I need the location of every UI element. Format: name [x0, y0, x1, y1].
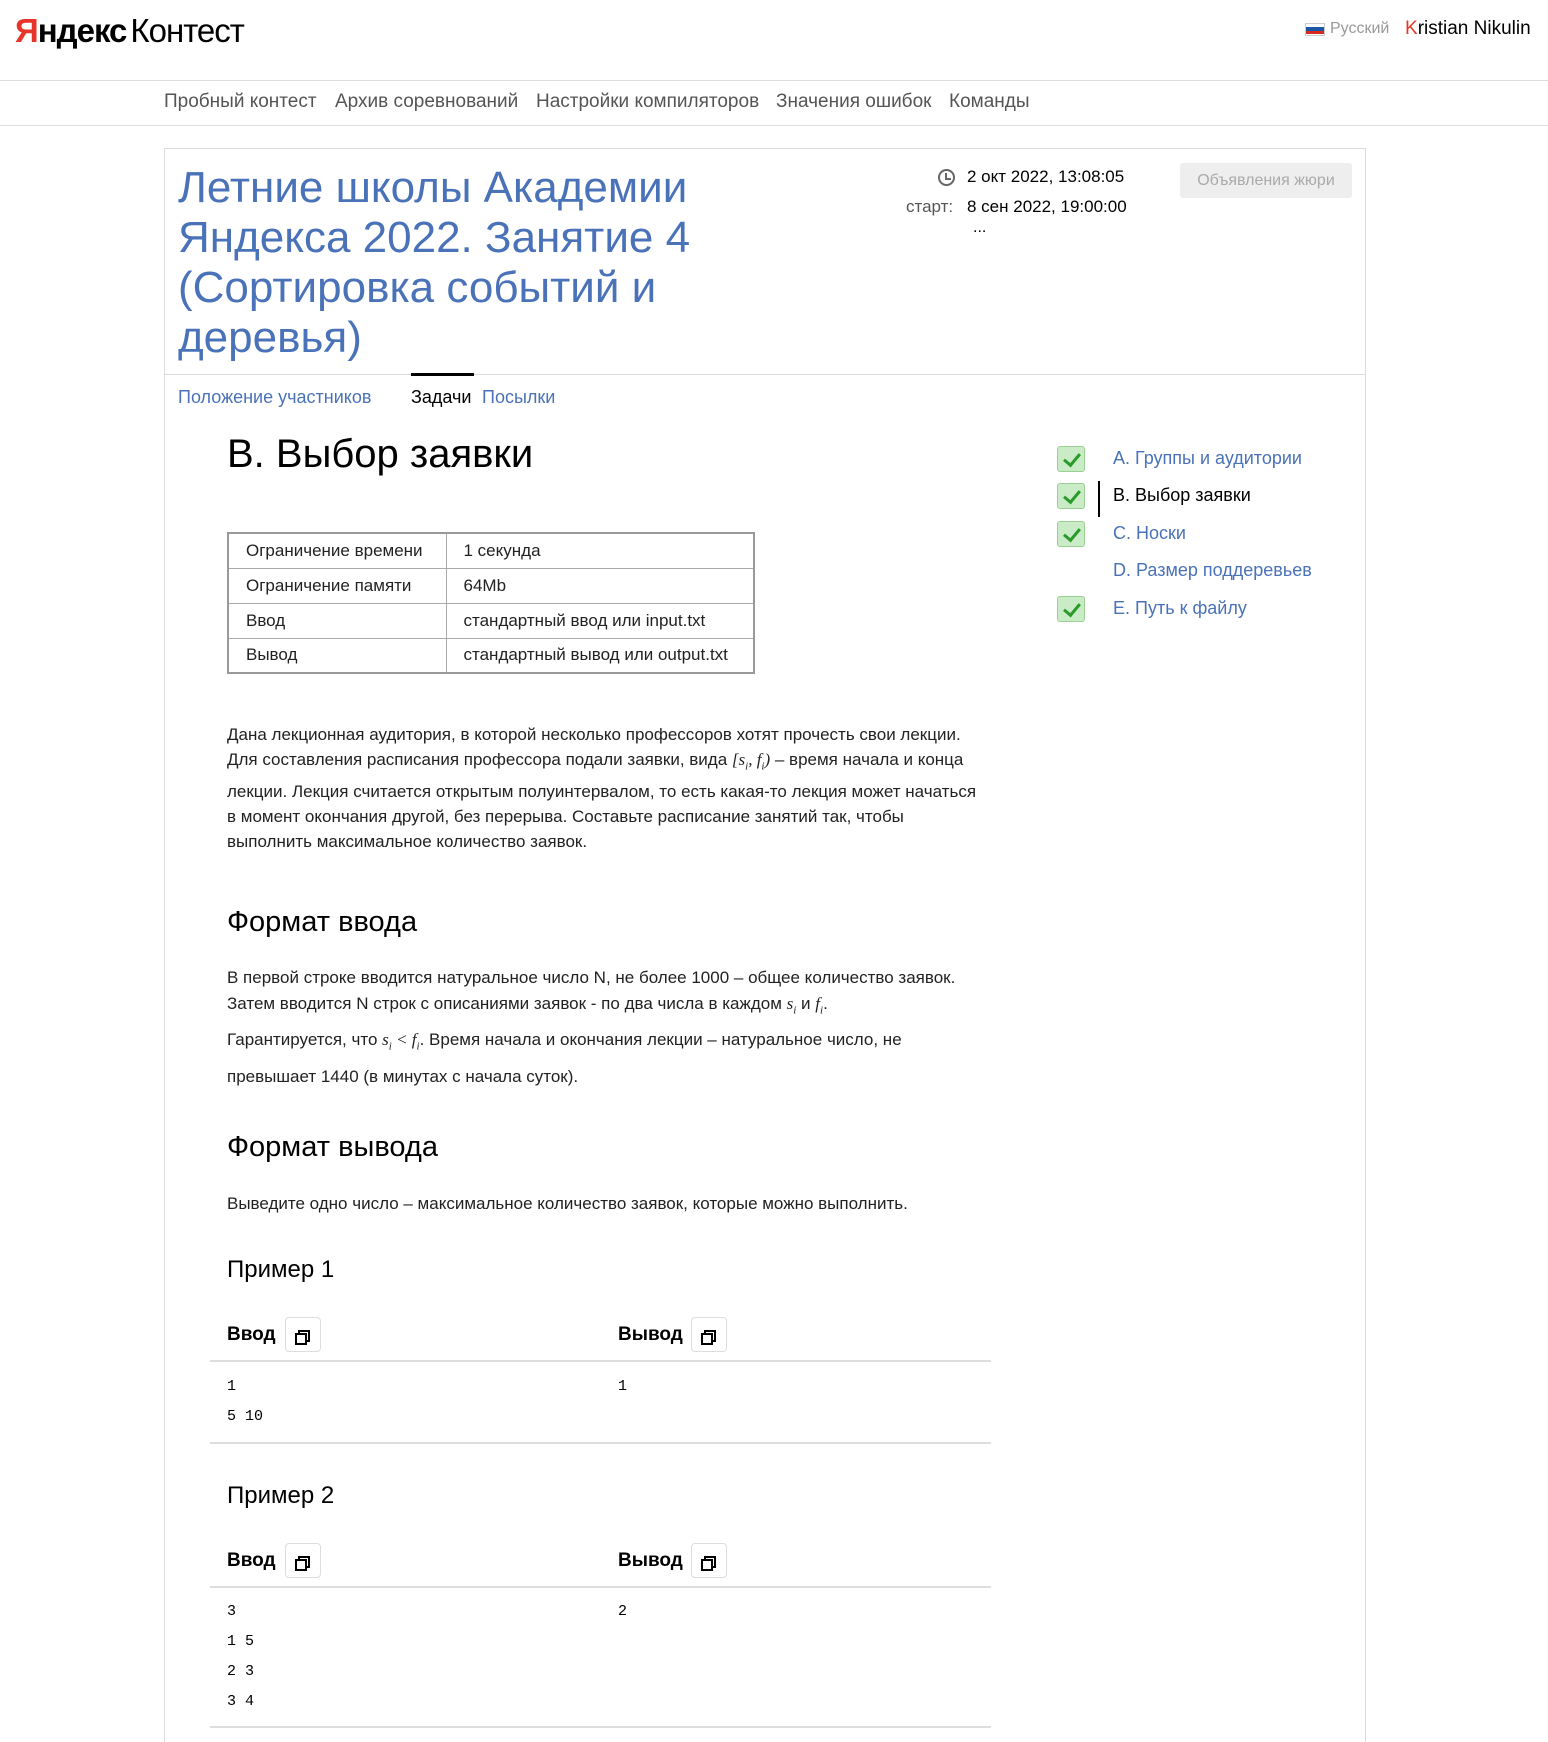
user-name-link[interactable]: Kristian Nikulin: [1405, 18, 1531, 40]
divider: [210, 1726, 991, 1728]
divider: [210, 1360, 991, 1362]
tab-problems[interactable]: Задачи: [411, 387, 471, 408]
table-row: Вывод стандартный вывод или output.txt: [227, 637, 755, 674]
start-time: 8 сен 2022, 19:00:00: [967, 197, 1127, 216]
copy-input-button[interactable]: [285, 1543, 321, 1578]
copy-input-button[interactable]: [285, 1317, 321, 1352]
nav-compiler-settings[interactable]: Настройки компиляторов: [536, 91, 759, 113]
current-problem-indicator: [1098, 481, 1100, 517]
nav-teams[interactable]: Команды: [949, 91, 1030, 113]
language-label: Русский: [1330, 20, 1390, 37]
nav-trial-contest[interactable]: Пробный контест: [164, 91, 317, 113]
copy-output-button[interactable]: [691, 1317, 727, 1352]
example-2-output-label: Вывод: [618, 1550, 683, 1571]
active-tab-indicator: [411, 373, 474, 376]
problem-title: B. Выбор заявки: [227, 432, 534, 476]
divider: [210, 1442, 991, 1444]
page-header: Яндекс Контест Русский Kristian Nikulin: [0, 0, 1548, 81]
copy-output-button[interactable]: [691, 1543, 727, 1578]
clock-icon: [938, 169, 955, 186]
russian-flag-icon: [1305, 22, 1325, 36]
output-format-heading: Формат вывода: [227, 1131, 438, 1163]
solved-check-icon: [1057, 483, 1085, 509]
solved-check-icon: [1057, 596, 1085, 622]
input-format-heading: Формат ввода: [227, 906, 418, 938]
example-2-title: Пример 2: [227, 1482, 335, 1509]
problem-statement: Дана лекционная аудитория, в которой нес…: [227, 725, 977, 852]
divider: [210, 1586, 991, 1588]
example-1-input[interactable]: 1 5 10: [227, 1372, 263, 1432]
input-format-text: В первой строке вводится натуральное чис…: [227, 968, 956, 1086]
example-2-input[interactable]: 3 1 5 2 3 3 4: [227, 1597, 254, 1717]
nav-competition-archive[interactable]: Архив соревнований: [335, 91, 518, 113]
language-switcher[interactable]: Русский: [1305, 20, 1389, 38]
nav-error-values[interactable]: Значения ошибок: [776, 91, 931, 113]
example-2-input-label: Ввод: [227, 1550, 276, 1571]
tab-submissions[interactable]: Посылки: [482, 387, 555, 408]
contest-header: Летние школы Академии Яндекса 2022. Заня…: [165, 149, 1365, 375]
table-row: Ввод стандартный ввод или input.txt: [227, 602, 755, 639]
limits-table: Ограничение времени 1 секунда Ограничение…: [227, 532, 755, 674]
top-navigation: Пробный контест Архив соревнований Настр…: [0, 81, 1548, 126]
current-time: 2 окт 2022, 13:08:05: [967, 167, 1125, 186]
table-row: Ограничение памяти 64Mb: [227, 567, 755, 604]
example-1-title: Пример 1: [227, 1256, 335, 1283]
start-label: старт:: [906, 197, 954, 216]
example-1-output-label: Вывод: [618, 1324, 683, 1345]
solved-check-icon: [1057, 521, 1085, 547]
jury-announcements-button[interactable]: Объявления жюри: [1180, 163, 1352, 198]
contest-panel: Летние школы Академии Яндекса 2022. Заня…: [164, 148, 1366, 1742]
tab-standings[interactable]: Положение участников: [178, 387, 371, 408]
contest-title[interactable]: Летние школы Академии Яндекса 2022. Заня…: [178, 163, 738, 363]
solved-check-icon: [1057, 446, 1085, 472]
output-format-text: Выведите одно число – максимальное колич…: [227, 1194, 908, 1213]
example-1-input-label: Ввод: [227, 1324, 276, 1345]
example-1-output[interactable]: 1: [618, 1372, 627, 1402]
yandex-contest-logo[interactable]: Яндекс Контест: [15, 12, 245, 50]
table-row: Ограничение времени 1 секунда: [227, 532, 755, 569]
more-info-ellipsis[interactable]: ...: [973, 219, 986, 237]
example-2-output[interactable]: 2: [618, 1597, 627, 1627]
